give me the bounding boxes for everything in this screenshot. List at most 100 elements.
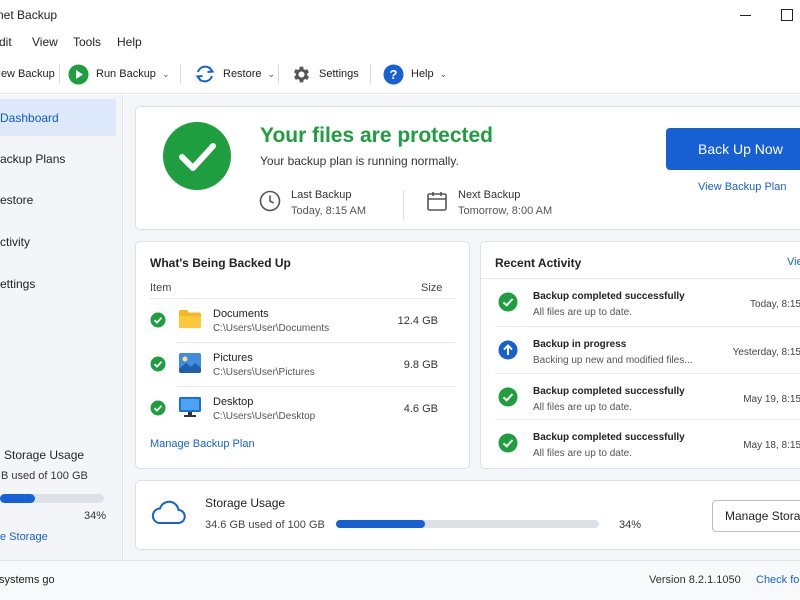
- activity-subtitle: All files are up to date.: [533, 307, 632, 318]
- gear-icon: [293, 66, 310, 82]
- pictures-icon: [179, 353, 201, 373]
- title-bar: net Backup: [0, 0, 800, 30]
- toolbar-divider: [180, 64, 181, 84]
- activity-title: Backup completed successfully: [533, 386, 685, 397]
- run-backup-button[interactable]: Run Backup ⌄: [68, 54, 169, 94]
- activity-time: Yesterday, 8:15: [732, 347, 800, 358]
- back-up-now-button[interactable]: Back Up Now: [666, 128, 800, 170]
- help-button[interactable]: ? Help ⌄: [383, 54, 447, 94]
- check-circle-icon: [498, 433, 518, 453]
- sidebar-item-settings[interactable]: ettings: [0, 265, 116, 302]
- monitor-icon: [179, 397, 201, 417]
- protection-subtitle: Your backup plan is running normally.: [260, 154, 459, 168]
- item-path: C:\Users\User\Pictures: [213, 367, 315, 378]
- sidebar-manage-storage-link[interactable]: e Storage: [0, 531, 48, 543]
- last-backup-value: Today, 8:15 AM: [291, 205, 367, 217]
- sidebar: Dashboard ackup Plans estore ctivity ett…: [0, 95, 123, 560]
- menu-tools[interactable]: Tools: [73, 35, 101, 49]
- activity-title: Backup completed successfully: [533, 432, 685, 443]
- clock-icon: [259, 190, 281, 212]
- sidebar-item-dashboard[interactable]: Dashboard: [0, 99, 116, 136]
- item-name: Pictures: [213, 352, 253, 364]
- sidebar-item-backup-plans[interactable]: ackup Plans: [0, 140, 116, 177]
- recent-activity-title: Recent Activity: [495, 256, 582, 270]
- activity-time: May 19, 8:15: [743, 394, 800, 405]
- menu-help[interactable]: Help: [117, 35, 142, 49]
- sidebar-item-restore[interactable]: estore: [0, 181, 116, 218]
- svg-text:?: ?: [390, 67, 398, 82]
- list-item[interactable]: Backup completed successfully All files …: [481, 374, 800, 420]
- check-circle-icon: [150, 400, 166, 416]
- sidebar-item-label: Dashboard: [0, 110, 59, 125]
- view-all-link[interactable]: Vie: [787, 256, 800, 268]
- help-label: Help: [411, 68, 434, 80]
- item-name: Desktop: [213, 396, 254, 408]
- table-row[interactable]: Desktop C:\Users\User\Desktop 4.6 GB: [136, 387, 471, 431]
- storage-used-text: 34.6 GB used of 100 GB: [205, 519, 325, 531]
- backed-up-items-card: What's Being Backed Up Item Size Documen…: [135, 241, 470, 469]
- list-item[interactable]: Backup in progress Backing up new and mo…: [481, 327, 800, 373]
- chevron-down-icon: ⌄: [161, 68, 170, 79]
- next-backup-label: Next Backup: [458, 189, 521, 201]
- help-icon: ?: [383, 64, 404, 84]
- sidebar-storage-used: B used of 100 GB: [1, 470, 88, 482]
- sidebar-item-label: ettings: [0, 276, 36, 291]
- menu-edit[interactable]: dit: [0, 35, 12, 49]
- toolbar-divider: [370, 64, 371, 84]
- check-circle-icon: [150, 356, 166, 372]
- check-circle-icon: [498, 387, 518, 407]
- new-backup-button[interactable]: New Backup: [0, 54, 55, 94]
- restore-icon: [195, 65, 215, 83]
- settings-label: Settings: [319, 68, 359, 80]
- run-backup-label: Run Backup: [96, 68, 156, 80]
- item-name: Documents: [213, 308, 269, 320]
- sidebar-item-label: estore: [0, 192, 34, 207]
- list-item[interactable]: Backup completed successfully All files …: [481, 420, 800, 466]
- maximize-button[interactable]: [774, 4, 798, 26]
- activity-subtitle: All files are up to date.: [533, 448, 632, 459]
- restore-label: Restore: [223, 68, 262, 80]
- status-text: systems go: [0, 574, 55, 586]
- last-backup-label: Last Backup: [291, 189, 352, 201]
- recent-activity-card: Recent Activity Vie Backup completed suc…: [480, 241, 800, 469]
- next-backup-value: Tomorrow, 8:00 AM: [458, 205, 553, 217]
- protection-headline: Your files are protected: [260, 124, 494, 147]
- item-size: 12.4 GB: [397, 315, 438, 327]
- checkmark-icon: [163, 122, 231, 190]
- play-icon: [68, 64, 89, 84]
- status-bar: systems go Version 8.2.1.1050 Check for: [0, 560, 800, 600]
- activity-title: Backup completed successfully: [533, 291, 685, 302]
- menu-bar: dit View Tools Help: [0, 30, 800, 54]
- storage-usage-title: Storage Usage: [205, 496, 286, 510]
- column-header-size: Size: [421, 282, 443, 294]
- upload-arrow-icon: [498, 340, 518, 360]
- settings-button[interactable]: Settings: [291, 54, 359, 94]
- sidebar-storage-title: Storage Usage: [4, 448, 85, 462]
- cloud-icon: [151, 500, 186, 525]
- item-size: 9.8 GB: [403, 359, 438, 371]
- item-size: 4.6 GB: [403, 403, 438, 415]
- minimize-button[interactable]: [733, 4, 757, 26]
- calendar-icon: [427, 192, 447, 211]
- sidebar-item-activity[interactable]: ctivity: [0, 223, 116, 260]
- version-text: Version 8.2.1.1050: [649, 574, 741, 586]
- activity-title: Backup in progress: [533, 339, 627, 350]
- table-row[interactable]: Documents C:\Users\User\Documents 12.4 G…: [136, 299, 471, 343]
- manage-storage-button[interactable]: Manage Storag: [712, 500, 800, 532]
- check-for-updates-link[interactable]: Check for: [756, 574, 800, 586]
- storage-progress-bar: [336, 520, 599, 528]
- list-item[interactable]: Backup completed successfully All files …: [481, 279, 800, 325]
- restore-button[interactable]: Restore ⌄: [194, 54, 275, 94]
- chevron-down-icon: ⌄: [267, 68, 276, 79]
- check-circle-icon: [498, 292, 518, 312]
- item-path: C:\Users\User\Desktop: [213, 411, 316, 422]
- toolbar-divider: [59, 64, 60, 84]
- menu-view[interactable]: View: [32, 35, 58, 49]
- sidebar-item-label: ackup Plans: [0, 151, 66, 166]
- toolbar-divider: [278, 64, 279, 84]
- view-backup-plan-link[interactable]: View Backup Plan: [698, 181, 786, 193]
- manage-backup-plan-link[interactable]: Manage Backup Plan: [150, 438, 255, 450]
- sidebar-item-label: ctivity: [0, 234, 30, 249]
- table-row[interactable]: Pictures C:\Users\User\Pictures 9.8 GB: [136, 343, 471, 387]
- storage-progress-fill: [336, 520, 426, 528]
